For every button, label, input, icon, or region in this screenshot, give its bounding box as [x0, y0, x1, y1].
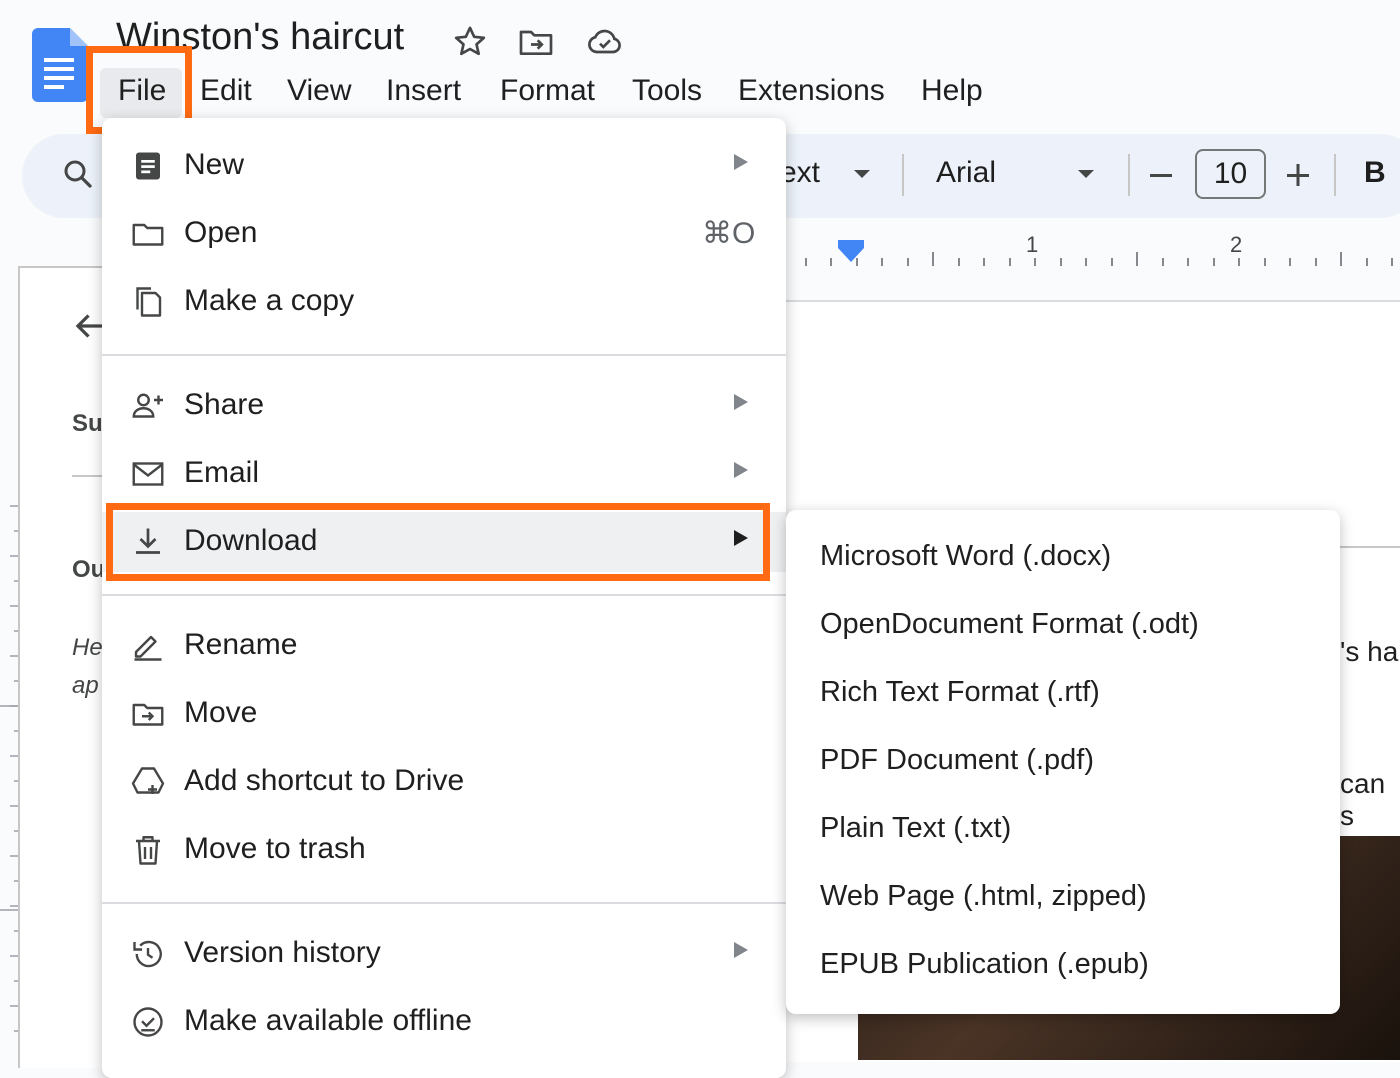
- add-person-icon: [130, 388, 166, 424]
- menu-extensions[interactable]: Extensions: [738, 72, 885, 110]
- history-icon: [130, 936, 166, 972]
- download-submenu: Microsoft Word (.docx) OpenDocument Form…: [786, 510, 1340, 1014]
- styles-dropdown-label[interactable]: ext: [780, 156, 820, 190]
- cloud-saved-icon[interactable]: [584, 22, 624, 62]
- copy-icon: [130, 284, 166, 320]
- chevron-down-icon[interactable]: [852, 168, 872, 180]
- docs-logo-icon[interactable]: [32, 28, 88, 102]
- menu-item-rename[interactable]: Rename: [102, 616, 786, 676]
- menu-view[interactable]: View: [287, 72, 351, 110]
- menu-item-label: Move to trash: [184, 832, 366, 865]
- menu-item-label: Make a copy: [184, 284, 355, 317]
- menu-item-move[interactable]: Move: [102, 684, 786, 744]
- offline-check-icon: [130, 1004, 166, 1040]
- outline-text: ap: [72, 672, 99, 699]
- download-txt[interactable]: Plain Text (.txt): [820, 812, 1011, 845]
- menu-divider: [102, 354, 786, 356]
- document-icon: [130, 148, 166, 184]
- menu-item-label: Rename: [184, 628, 298, 661]
- menu-item-label: New: [184, 148, 245, 181]
- menu-item-make-offline[interactable]: Make available offline: [102, 992, 786, 1052]
- menu-item-email[interactable]: Email: [102, 444, 786, 504]
- menu-item-label: Open: [184, 216, 258, 249]
- menu-item-label: Add shortcut to Drive: [184, 764, 465, 797]
- mail-icon: [130, 456, 166, 492]
- font-family-dropdown[interactable]: Arial: [936, 156, 996, 190]
- menu-edit[interactable]: Edit: [200, 72, 252, 110]
- download-odt[interactable]: OpenDocument Format (.odt): [820, 608, 1199, 641]
- trash-icon: [130, 832, 166, 868]
- menu-item-label: Share: [184, 388, 265, 421]
- menu-help[interactable]: Help: [921, 72, 983, 110]
- menu-item-label: Make available offline: [184, 1004, 472, 1037]
- menu-item-new[interactable]: New: [102, 136, 786, 196]
- menu-tools[interactable]: Tools: [632, 72, 702, 110]
- menu-item-version-history[interactable]: Version history: [102, 924, 786, 984]
- increase-font-size-icon[interactable]: [1285, 162, 1311, 188]
- document-text-fragment: 's ha: [1340, 636, 1399, 667]
- ruler-label: 2: [1230, 232, 1243, 257]
- download-rtf[interactable]: Rich Text Format (.rtf): [820, 676, 1100, 709]
- menu-item-label: Move: [184, 696, 258, 729]
- decrease-font-size-icon[interactable]: [1148, 162, 1174, 188]
- move-folder-icon[interactable]: [516, 22, 556, 62]
- download-pdf[interactable]: PDF Document (.pdf): [820, 744, 1094, 777]
- submenu-arrow-icon: [734, 942, 748, 958]
- menu-item-label: Version history: [184, 936, 381, 969]
- document-text-fragment: can s: [1340, 768, 1386, 831]
- menu-format[interactable]: Format: [500, 72, 595, 110]
- download-html[interactable]: Web Page (.html, zipped): [820, 880, 1147, 913]
- chevron-down-icon[interactable]: [1076, 168, 1096, 180]
- file-menu: New Open ⌘O Make a copy Share Email Down…: [102, 118, 786, 1078]
- toolbar-divider: [902, 154, 904, 196]
- summary-label: Su: [72, 410, 103, 437]
- drive-shortcut-icon: [130, 764, 166, 800]
- outline-text: He: [72, 634, 103, 661]
- shortcut-label: ⌘O: [702, 217, 756, 250]
- menu-item-label: Email: [184, 456, 260, 489]
- submenu-arrow-icon: [734, 154, 748, 170]
- download-docx[interactable]: Microsoft Word (.docx): [820, 540, 1111, 573]
- font-size-input[interactable]: 10: [1195, 149, 1266, 199]
- menu-item-open[interactable]: Open ⌘O: [102, 204, 786, 264]
- folder-icon: [130, 216, 166, 252]
- menu-item-add-shortcut[interactable]: Add shortcut to Drive: [102, 752, 786, 812]
- menu-divider: [102, 902, 786, 904]
- search-icon[interactable]: [60, 156, 96, 192]
- vertical-ruler: [0, 500, 20, 1060]
- download-epub[interactable]: EPUB Publication (.epub): [820, 948, 1149, 981]
- menu-item-share[interactable]: Share: [102, 376, 786, 436]
- outline-label: Ou: [72, 556, 106, 583]
- star-icon[interactable]: [450, 22, 490, 62]
- submenu-arrow-icon: [734, 462, 748, 478]
- rename-pencil-icon: [130, 628, 166, 664]
- download-highlight: [106, 503, 770, 581]
- horizontal-ruler: [786, 228, 1400, 272]
- menu-divider: [102, 594, 786, 596]
- outline-panel: [18, 266, 110, 1068]
- menu-item-make-copy[interactable]: Make a copy: [102, 272, 786, 332]
- toolbar-divider: [1128, 154, 1130, 196]
- ruler-label: 1: [1026, 232, 1039, 257]
- menu-insert[interactable]: Insert: [386, 72, 461, 110]
- move-folder-icon: [130, 696, 166, 732]
- menu-item-move-to-trash[interactable]: Move to trash: [102, 820, 786, 880]
- bold-button[interactable]: B: [1364, 156, 1386, 190]
- submenu-arrow-icon: [734, 394, 748, 410]
- toolbar-divider: [1334, 154, 1336, 196]
- page-divider: [1340, 546, 1400, 548]
